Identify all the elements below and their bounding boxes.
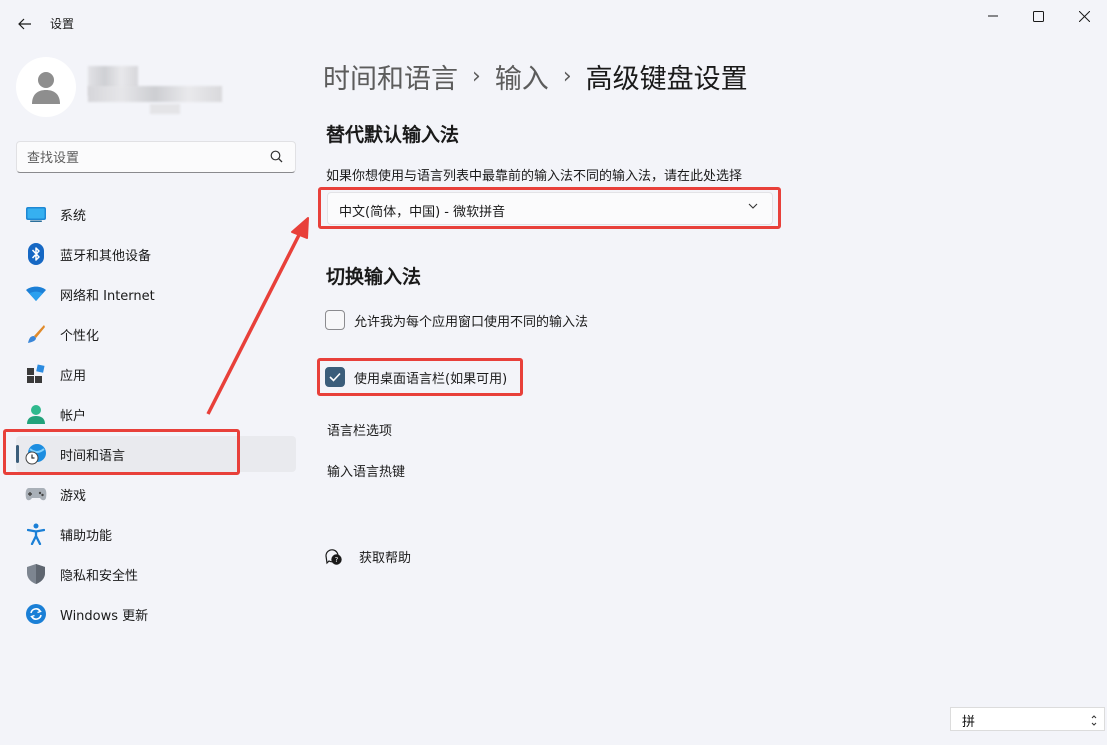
per-app-input-checkbox[interactable] bbox=[325, 310, 345, 330]
breadcrumb: 时间和语言 › 输入 › 高级键盘设置 bbox=[323, 57, 748, 96]
get-help-label: 获取帮助 bbox=[359, 551, 412, 566]
breadcrumb-separator: › bbox=[472, 64, 481, 89]
switch-section-heading: 切换输入法 bbox=[326, 266, 422, 288]
language-bar-options-link[interactable]: 语言栏选项 bbox=[327, 420, 392, 439]
breadcrumb-time-language[interactable]: 时间和语言 bbox=[323, 57, 458, 96]
annotation-arrow bbox=[206, 217, 309, 415]
input-language-hotkeys-link[interactable]: 输入语言热键 bbox=[327, 461, 405, 480]
per-app-input-label: 允许我为每个应用窗口使用不同的输入法 bbox=[354, 314, 589, 330]
ime-mode-indicator[interactable]: 拼 bbox=[962, 711, 975, 730]
svg-text:?: ? bbox=[335, 556, 339, 564]
per-app-input-checkbox-row[interactable]: 允许我为每个应用窗口使用不同的输入法 bbox=[325, 310, 588, 330]
get-help-link[interactable]: ? 获取帮助 bbox=[325, 547, 411, 566]
override-description: 如果你想使用与语言列表中最靠前的输入法不同的输入法，请在此处选择 bbox=[326, 169, 743, 184]
help-chat-icon: ? bbox=[325, 548, 342, 565]
ime-language-bar[interactable]: 拼 bbox=[950, 707, 1105, 731]
page-title: 高级键盘设置 bbox=[585, 64, 748, 95]
ime-options-icon[interactable] bbox=[1090, 712, 1098, 728]
override-section-heading: 替代默认输入法 bbox=[326, 124, 460, 146]
highlight-box-dropdown bbox=[318, 187, 781, 229]
breadcrumb-separator: › bbox=[562, 64, 572, 89]
highlight-box-checkbox bbox=[317, 358, 523, 396]
breadcrumb-input[interactable]: 输入 bbox=[495, 57, 549, 96]
